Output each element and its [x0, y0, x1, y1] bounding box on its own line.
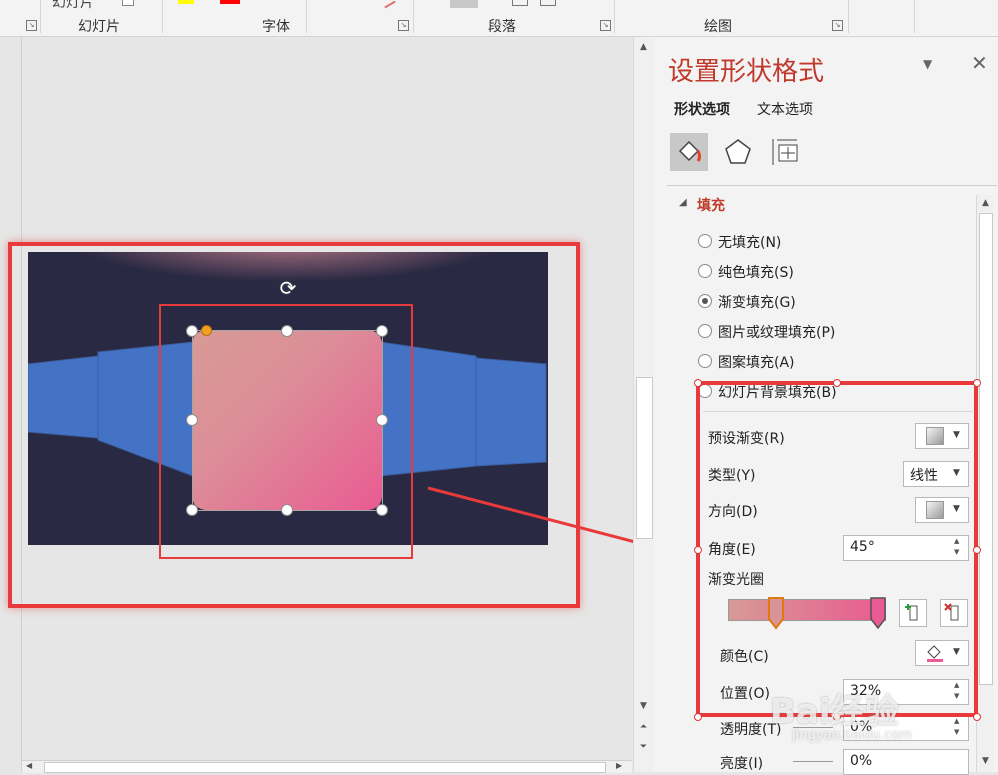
- annotation-handle: [694, 379, 702, 387]
- tab-text-options[interactable]: 文本选项: [757, 99, 813, 119]
- watermark-url: jingyan.baidu.com: [792, 728, 912, 743]
- h-scroll-thumb[interactable]: [44, 762, 606, 773]
- radio-pattern-fill[interactable]: [698, 354, 712, 368]
- label-gradient-fill[interactable]: 渐变填充(G): [718, 292, 796, 312]
- radio-picture-fill[interactable]: [698, 324, 712, 338]
- annotation-handle: [973, 546, 981, 554]
- pane-scrollbar[interactable]: ▲ ▼: [976, 195, 993, 772]
- canvas-vertical-scrollbar[interactable]: ▲ ▼ ⏶ ⏷: [633, 37, 653, 772]
- radio-solid-fill[interactable]: [698, 264, 712, 278]
- annotation-box-properties: [696, 381, 978, 717]
- brightness-slider[interactable]: [793, 761, 833, 762]
- radio-no-fill[interactable]: [698, 234, 712, 248]
- scroll-left-icon[interactable]: ◀: [26, 761, 32, 770]
- divider: [667, 185, 997, 186]
- radio-gradient-fill[interactable]: [698, 294, 712, 308]
- size-properties-icon[interactable]: [769, 137, 801, 167]
- annotation-handle: [973, 379, 981, 387]
- annotation-handle: [833, 379, 841, 387]
- label-pattern-fill[interactable]: 图案填充(A): [718, 352, 795, 372]
- scroll-thumb[interactable]: [636, 377, 653, 539]
- spin-arrows-icon[interactable]: ▲ ▼: [954, 716, 959, 738]
- brightness-spinner[interactable]: 0%: [843, 749, 969, 775]
- label-picture-fill[interactable]: 图片或纹理填充(P): [718, 322, 835, 342]
- scroll-down-icon[interactable]: ▼: [977, 753, 994, 769]
- annotation-handle: [973, 713, 981, 721]
- scroll-up-icon[interactable]: ▲: [635, 39, 652, 55]
- scroll-up-icon[interactable]: ▲: [977, 195, 994, 211]
- close-icon[interactable]: ✕: [971, 51, 988, 75]
- scroll-right-icon[interactable]: ▶: [616, 761, 622, 770]
- canvas-horizontal-scrollbar[interactable]: ◀ ▶: [22, 760, 632, 773]
- section-expand-icon[interactable]: ◢: [679, 197, 687, 208]
- watermark-brand: Bai经验: [770, 692, 899, 732]
- fill-line-icon[interactable]: [670, 133, 708, 171]
- prev-slide-icon[interactable]: ⏶: [635, 719, 652, 735]
- pane-options-dropdown-icon[interactable]: ▼: [923, 57, 932, 71]
- label-solid-fill[interactable]: 纯色填充(S): [718, 262, 794, 282]
- label-brightness: 亮度(I): [720, 756, 764, 772]
- next-slide-icon[interactable]: ⏷: [635, 739, 652, 755]
- section-fill-header[interactable]: 填充: [697, 195, 725, 215]
- pane-scroll-thumb[interactable]: [979, 213, 993, 685]
- scroll-down-icon[interactable]: ▼: [635, 698, 652, 714]
- brightness-value: 0%: [850, 753, 873, 769]
- annotation-handle: [694, 546, 702, 554]
- tab-shape-options[interactable]: 形状选项: [674, 99, 730, 119]
- annotation-handle: [694, 713, 702, 721]
- effects-icon[interactable]: [723, 137, 753, 167]
- label-no-fill[interactable]: 无填充(N): [718, 232, 781, 252]
- pane-title: 设置形状格式: [668, 57, 825, 87]
